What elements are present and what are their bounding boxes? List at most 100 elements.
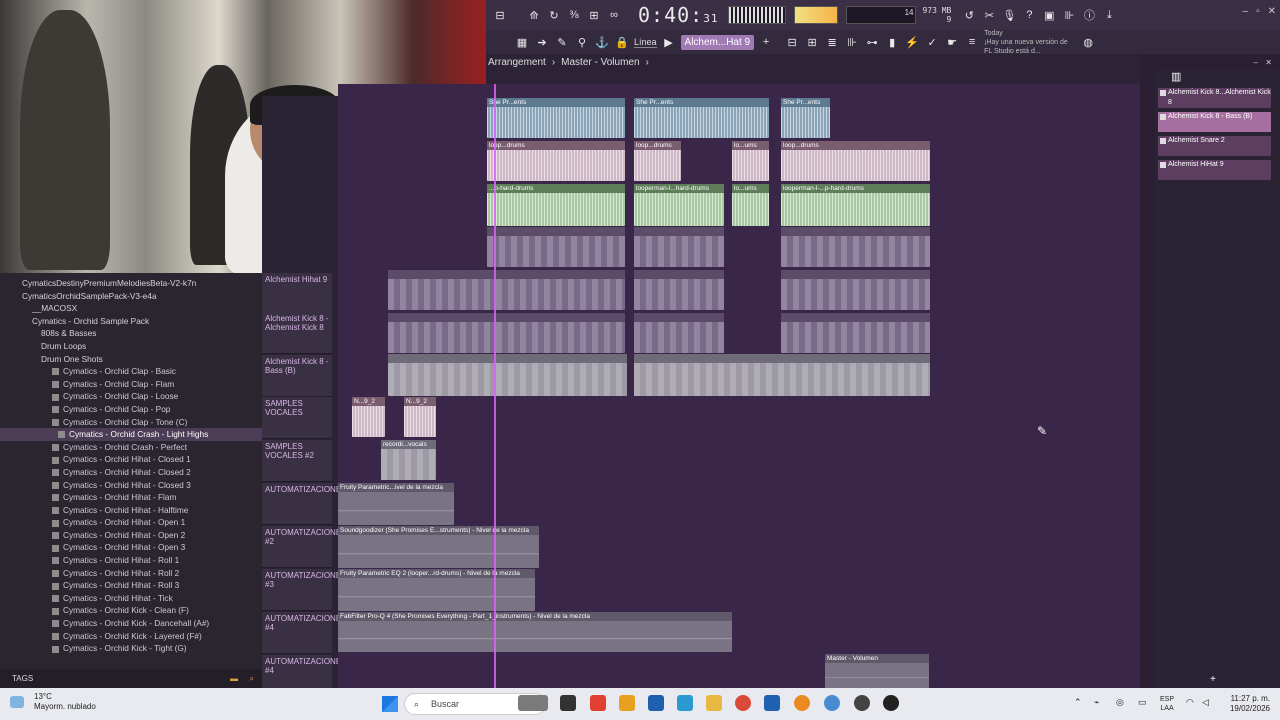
playlist-clip[interactable]: lo...ums [732,184,769,226]
plugin-icon[interactable]: ⊶ [864,34,880,50]
media-icon[interactable] [883,695,899,711]
track-header[interactable]: AUTOMATIZACIONES #3 [262,569,347,611]
playlist-clip[interactable] [781,227,930,267]
browser-file[interactable]: Cymatics - Orchid Crash - Light Highs [0,428,262,441]
playlist-clip[interactable]: Fruity Parametric...ivel de la mezcla [338,483,454,525]
arrow-right-icon[interactable]: ➔ [534,34,550,50]
browser-file[interactable]: Cymatics - Orchid Hihat - Open 1 [0,516,262,529]
playlist-clip[interactable]: ...p-hard-drums [487,184,625,226]
playlist-clip[interactable] [634,270,724,310]
mic-tray-icon[interactable]: ◎ [1116,697,1124,708]
playlist-clip[interactable] [634,354,930,396]
browser-file[interactable]: Cymatics - Orchid Hihat - Open 2 [0,529,262,542]
snap-mode-select[interactable]: Línea [634,37,657,48]
chrome-icon[interactable] [735,695,751,711]
playlist-clip[interactable] [781,313,930,353]
outlook-icon[interactable] [648,695,664,711]
track-header[interactable]: Alchemist Kick 8 - Alchemist Kick 8 [262,312,332,354]
breadcrumb-master-volume[interactable]: Master - Volumen [561,57,639,68]
metronome-icon[interactable]: ⟰ [526,7,542,23]
browser-folder[interactable]: 808s & Basses [0,327,262,340]
browser-file[interactable]: Cymatics - Orchid Clap - Tone (C) [0,416,262,429]
microphone-icon[interactable]: 🎙 [1001,7,1017,23]
browser-file[interactable]: Cymatics - Orchid Hihat - Flam [0,491,262,504]
playlist-clip[interactable] [634,227,724,267]
browser-file[interactable]: Cymatics - Orchid Hihat - Roll 3 [0,579,262,592]
playlist-clip[interactable]: Master - Volumen [825,654,929,688]
breadcrumb-arrangement[interactable]: Arrangement [488,57,546,68]
battery-icon[interactable]: ▭ [1138,697,1147,708]
playlist-clip[interactable]: looperman-l...hard-drums [634,184,724,226]
globe-icon[interactable]: ◍ [1080,34,1096,50]
playlist-clip[interactable]: She Pr...ents [781,98,830,138]
edge-icon[interactable] [677,695,693,711]
picker-pattern[interactable]: Alchemist HiHat 9 [1158,160,1271,180]
snap-icon[interactable]: ⊟ [492,7,508,23]
browser-file[interactable]: Cymatics - Orchid Hihat - Roll 2 [0,567,262,580]
store-icon[interactable] [764,695,780,711]
browser-folder[interactable]: Drum One Shots [0,353,262,366]
browser-file[interactable]: Cymatics - Orchid Clap - Flam [0,378,262,391]
playlist-clip[interactable] [487,227,625,267]
close-icon[interactable]: ✕ [1268,6,1276,17]
playlist-clip[interactable]: Fruity Parametric EQ 2 (looper...rd-drum… [338,569,535,611]
explorer-icon[interactable] [706,695,722,711]
channel-rack-icon[interactable]: ⊞ [804,34,820,50]
browser-file[interactable]: Cymatics - Orchid Kick - Clean (F) [0,604,262,617]
wifi-icon[interactable]: ◠ [1186,697,1194,708]
browser-file[interactable]: Cymatics - Orchid Hihat - Closed 3 [0,479,262,492]
weather-icon[interactable] [10,696,24,708]
playlist-icon[interactable]: ⊟ [784,34,800,50]
track-header[interactable]: SAMPLES VOCALES #2 [262,440,332,482]
volume-icon[interactable]: ◁ [1202,697,1209,708]
info-icon[interactable]: ⓘ [1081,7,1097,23]
browser-folder[interactable]: __MACOSX [0,302,262,315]
add-pattern-icon[interactable]: + [758,34,774,50]
help-icon[interactable]: ? [1021,7,1037,23]
playlist-clip[interactable] [634,313,724,353]
folder-icon[interactable]: ▬ [230,674,238,683]
search-icon[interactable]: ⌕ [250,674,254,684]
step-icon[interactable]: ⅜ [566,7,582,23]
weather-widget[interactable]: 13°C Mayorm. nublado [34,692,96,712]
browser-file[interactable]: Cymatics - Orchid Kick - Dancehall (A#) [0,617,262,630]
link-icon[interactable]: ⚲ [574,34,590,50]
lock-icon[interactable]: 🔒 [614,34,630,50]
playlist-clip[interactable] [388,313,625,353]
browser-icon[interactable]: ▮ [884,34,900,50]
browser-file[interactable]: Cymatics - Orchid Hihat - Closed 2 [0,466,262,479]
browser-folder[interactable]: Drum Loops [0,340,262,353]
app-icon[interactable] [854,695,870,711]
playhead[interactable] [494,84,496,688]
track-header[interactable]: AUTOMATIZACIONES #2 [262,526,347,568]
mixer-icon[interactable]: ⊪ [1061,7,1077,23]
touch-icon[interactable]: ☛ [944,34,960,50]
mixer-view-icon[interactable]: ⊪ [844,34,860,50]
pattern-selector[interactable]: Alchem...Hat 9 [680,34,755,50]
browser-file[interactable]: Cymatics - Orchid Hihat - Open 3 [0,541,262,554]
song-position-clock[interactable]: 0:40:31 [638,3,718,27]
browser-file[interactable]: Cymatics - Orchid Clap - Loose [0,390,262,403]
playlist-clip[interactable]: loop...drums [487,141,625,181]
playlist-clip[interactable] [781,270,930,310]
save-icon[interactable]: ▣ [1041,7,1057,23]
browser-file[interactable]: Cymatics - Orchid Kick - Tight (G) [0,642,262,655]
browser-file[interactable]: Cymatics - Orchid Kick - Layered (F#) [0,630,262,643]
browser-folder[interactable]: CymaticsDestinyPremiumMelodiesBeta-V2-k7… [0,277,262,290]
browser-file[interactable]: Cymatics - Orchid Hihat - Halftime [0,504,262,517]
playlist-clip[interactable]: loop...drums [634,141,681,181]
add-icon[interactable]: + [1210,674,1216,685]
task-view-icon[interactable] [560,695,576,711]
playlist-clip[interactable]: N...9_2 [352,397,385,437]
countdown-icon[interactable]: ∞ [606,7,622,23]
playlist-clip[interactable]: She Pr...ents [634,98,769,138]
browser-file[interactable]: Cymatics - Orchid Hihat - Closed 1 [0,453,262,466]
piano-roll-icon[interactable]: ≣ [824,34,840,50]
picker-pattern[interactable]: Alchemist Kick 8 - Bass (B) [1158,112,1271,132]
picker-pattern[interactable]: Alchemist Kick 8...Alchemist Kick 8 [1158,88,1271,108]
undo-icon[interactable]: ↺ [961,7,977,23]
browser-file[interactable]: Cymatics - Orchid Clap - Pop [0,403,262,416]
copilot-icon[interactable] [619,695,635,711]
download-icon[interactable]: ⤓ [1101,7,1117,23]
news-panel[interactable]: Today ¡Hay una nueva versión de FL Studio… [984,29,1076,56]
